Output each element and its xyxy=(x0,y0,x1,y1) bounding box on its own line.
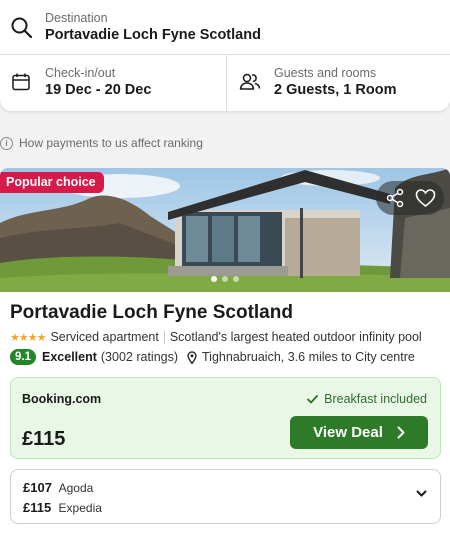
deal-provider: Booking.com xyxy=(22,392,102,406)
guests-field[interactable]: Guests and rooms 2 Guests, 1 Room xyxy=(228,55,450,111)
accommodation-type: Serviced apartment xyxy=(50,330,159,344)
hotel-meta: ★★★★ Serviced apartment Scotland's large… xyxy=(10,330,422,344)
rating-word: Excellent xyxy=(42,350,97,364)
deal-price: £115 xyxy=(22,428,66,450)
ranking-note: How payments to us affect ranking xyxy=(19,136,203,150)
hotel-name[interactable]: Portavadie Loch Fyne Scotland xyxy=(10,302,293,324)
hotel-photo[interactable]: Popular choice xyxy=(0,168,450,292)
guests-value: 2 Guests, 1 Room xyxy=(274,82,397,98)
view-deal-label: View Deal xyxy=(313,424,383,441)
dates-value: 19 Dec - 20 Dec xyxy=(45,82,152,98)
breakfast-label: Breakfast included xyxy=(324,392,427,406)
alt-price: £107 xyxy=(23,480,52,495)
photo-dot[interactable] xyxy=(222,276,228,282)
hotel-tagline: Scotland's largest heated outdoor infini… xyxy=(169,330,422,344)
alt-price: £115 xyxy=(23,500,52,515)
breakfast-perk: Breakfast included xyxy=(307,392,427,406)
photo-dot[interactable] xyxy=(233,276,239,282)
divider xyxy=(163,330,165,344)
ranking-info-link[interactable]: i How payments to us affect ranking xyxy=(0,134,203,152)
popular-choice-badge: Popular choice xyxy=(0,172,104,193)
location: Tighnabruaich, 3.6 miles to City centre xyxy=(202,350,415,364)
guests-icon xyxy=(239,73,261,90)
destination-label: Destination xyxy=(45,11,108,25)
alt-price-row[interactable]: £107 Agoda xyxy=(23,480,93,495)
dates-label: Check-in/out xyxy=(45,66,116,80)
photo-dot[interactable] xyxy=(211,276,217,282)
star-rating: ★★★★ xyxy=(10,331,46,344)
alt-provider: Expedia xyxy=(58,501,102,515)
alt-provider: Agoda xyxy=(58,481,94,495)
view-deal-button[interactable]: View Deal xyxy=(290,416,428,449)
pin-icon xyxy=(187,350,197,364)
alt-price-row[interactable]: £115 Expedia xyxy=(23,500,102,515)
photo-actions xyxy=(376,181,444,215)
chevron-right-icon xyxy=(397,426,405,439)
destination-field[interactable]: Destination Portavadie Loch Fyne Scotlan… xyxy=(0,0,450,55)
destination-value: Portavadie Loch Fyne Scotland xyxy=(45,27,261,43)
hotel-card[interactable]: Popular choice Portavadie Loch Fyne Scot… xyxy=(0,168,450,534)
search-icon xyxy=(11,17,33,39)
score-badge: 9.1 xyxy=(10,349,36,365)
search-card: Destination Portavadie Loch Fyne Scotlan… xyxy=(0,0,450,111)
calendar-icon xyxy=(12,73,30,91)
best-deal-box[interactable]: Booking.com Breakfast included £115 View… xyxy=(10,377,441,459)
heart-icon[interactable] xyxy=(415,188,436,208)
photo-pagination xyxy=(0,276,450,282)
rating-count: (3002 ratings) xyxy=(100,350,179,364)
guests-label: Guests and rooms xyxy=(274,66,377,80)
chevron-down-icon[interactable] xyxy=(416,490,427,498)
dates-field[interactable]: Check-in/out 19 Dec - 20 Dec xyxy=(0,55,227,111)
share-icon[interactable] xyxy=(385,188,405,208)
other-prices-box[interactable]: £107 Agoda £115 Expedia xyxy=(10,469,441,524)
rating-row: 9.1 Excellent (3002 ratings) Tighnabruai… xyxy=(10,348,415,366)
check-icon xyxy=(307,394,319,403)
info-icon: i xyxy=(0,136,13,150)
